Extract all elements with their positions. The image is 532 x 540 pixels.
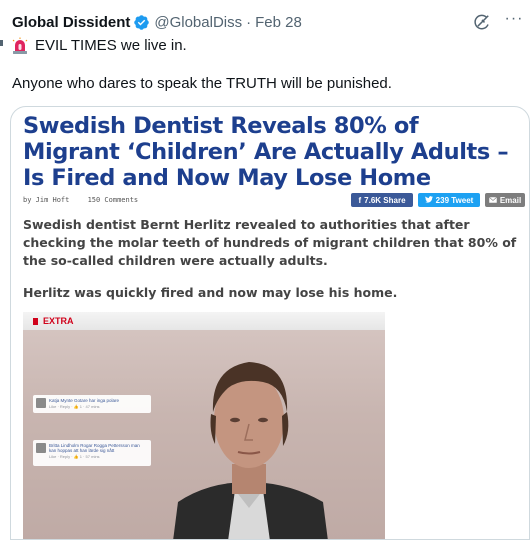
tweet: Global Dissident @GlobalDiss · Feb 28 ··… (0, 0, 532, 540)
author-handle[interactable]: @GlobalDiss (154, 14, 242, 31)
facebook-share-button: f 7.6K Share (351, 193, 413, 207)
byline-author: by Jim Hoft (23, 196, 70, 204)
tweet-date[interactable]: Feb 28 (255, 14, 302, 31)
extra-square-icon (33, 317, 38, 325)
man-portrait (173, 362, 328, 539)
email-share-label: Email (499, 195, 522, 205)
comment-meta: Like · Reply · 👍 1 · 47 mins (49, 404, 100, 409)
tweet-text-line2: Anyone who dares to speak the TRUTH will… (12, 75, 392, 92)
tweet-text-evil-times: EVIL TIMES we live in. (35, 37, 187, 54)
article-paragraph-2: Herlitz was quickly fired and now may lo… (23, 285, 398, 300)
tweet-header: Global Dissident @GlobalDiss · Feb 28 ··… (12, 11, 524, 33)
twitter-share-label: 239 Tweet (435, 195, 474, 205)
article-headline: Swedish Dentist Reveals 80% of Migrant ‘… (23, 113, 509, 191)
comment-text: Katja Mynte Gotare har inga polare (49, 398, 120, 403)
commenter-avatar (36, 398, 46, 408)
article-photo: EXTRA Katja Mynte Gotare har inga polare… (23, 312, 385, 539)
envelope-icon (488, 196, 497, 205)
article-byline: by Jim Hoft 150 Comments (23, 196, 152, 204)
facebook-share-label: 7.6K Share (364, 195, 406, 205)
twitter-share-button: 239 Tweet (418, 193, 480, 207)
author-name[interactable]: Global Dissident (12, 14, 130, 31)
facebook-comment: Katja Mynte Gotare har inga polare Like … (33, 395, 151, 413)
thread-line-stub (0, 40, 3, 46)
facebook-comment: Britta Lindholm Rogar Rogga Pettersson m… (33, 440, 151, 466)
comment-text: Britta Lindholm Rogar Rogga Pettersson m… (49, 443, 140, 453)
facebook-icon: f (358, 195, 362, 205)
byline-comments: 150 Comments (87, 196, 139, 204)
extra-label: EXTRA (33, 316, 74, 326)
siren-icon (12, 37, 28, 55)
email-share-button: Email (485, 193, 525, 207)
verified-badge-icon (133, 14, 150, 31)
grok-icon[interactable] (472, 12, 492, 32)
separator-dot: · (246, 13, 252, 31)
more-dots-icon[interactable]: ··· (504, 11, 524, 31)
extra-text: EXTRA (43, 316, 74, 326)
extra-header-bar (23, 312, 385, 330)
attached-image[interactable]: Swedish Dentist Reveals 80% of Migrant ‘… (10, 106, 530, 540)
twitter-bird-icon (424, 195, 433, 205)
comment-meta: Like · Reply · 👍 1 · 57 mins (49, 454, 100, 459)
article-paragraph-1: Swedish dentist Bernt Herlitz revealed t… (23, 217, 517, 268)
commenter-avatar (36, 443, 46, 453)
tweet-text-line1: EVIL TIMES we live in. (12, 36, 187, 56)
